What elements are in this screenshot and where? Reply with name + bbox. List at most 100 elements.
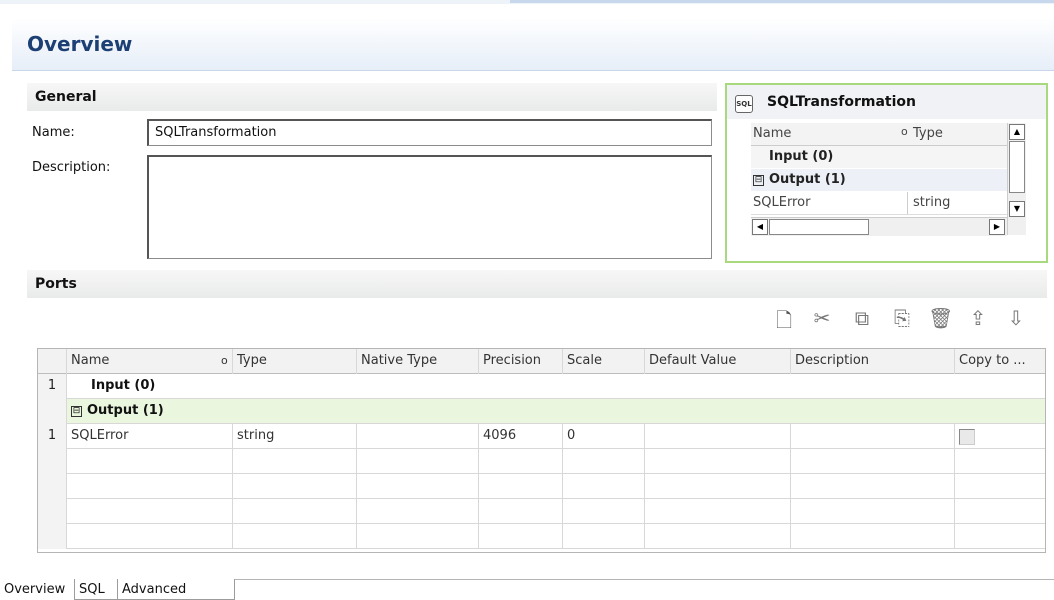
empty-cell[interactable]	[357, 499, 479, 524]
vertical-scroll-thumb[interactable]	[1009, 141, 1025, 193]
table-row-empty[interactable]	[38, 474, 1045, 499]
table-row-empty[interactable]	[38, 524, 1045, 549]
empty-cell[interactable]	[67, 499, 233, 524]
transformation-preview[interactable]: SQL SQLTransformation Name o Type Input …	[725, 83, 1048, 263]
page-title: Overview	[27, 32, 133, 56]
port-native-type-cell[interactable]	[357, 424, 479, 449]
column-header-description[interactable]: Description	[791, 349, 955, 374]
scroll-down-icon[interactable]: ▼	[1009, 201, 1025, 217]
column-header-copy-to[interactable]: Copy to ...	[955, 349, 1045, 374]
tab-overview[interactable]: Overview	[0, 579, 74, 600]
collapse-toggle-icon[interactable]: ⊟	[71, 406, 82, 417]
empty-cell[interactable]	[563, 449, 645, 474]
preview-output-group-text: Output (1)	[769, 172, 846, 187]
move-up-icon[interactable]: ⇪	[966, 306, 990, 330]
empty-cell[interactable]	[67, 449, 233, 474]
copy-to-checkbox[interactable]	[959, 429, 975, 445]
empty-cell[interactable]	[645, 449, 791, 474]
empty-cell[interactable]	[479, 524, 563, 549]
empty-cell[interactable]	[67, 524, 233, 549]
empty-cell[interactable]	[479, 474, 563, 499]
window-top-strip	[0, 0, 1054, 4]
general-section-header: General	[27, 83, 717, 111]
row-index	[38, 449, 67, 474]
empty-cell[interactable]	[563, 499, 645, 524]
empty-cell[interactable]	[233, 524, 357, 549]
empty-cell[interactable]	[357, 524, 479, 549]
name-field-value: SQLTransformation	[155, 125, 277, 140]
empty-cell[interactable]	[357, 449, 479, 474]
scroll-left-icon[interactable]: ◀	[752, 219, 768, 235]
preview-column-type[interactable]: Type	[913, 126, 943, 141]
ports-table-header: Name o Type Native Type Precision Scale …	[38, 349, 1045, 374]
new-port-icon[interactable]: 🗋	[772, 306, 796, 340]
empty-cell[interactable]	[645, 524, 791, 549]
table-row-empty[interactable]	[38, 499, 1045, 524]
name-field[interactable]: SQLTransformation	[147, 119, 712, 146]
preview-input-group-label: Input (0)	[769, 149, 834, 164]
port-type-cell[interactable]: string	[233, 424, 357, 449]
ports-table[interactable]: Name o Type Native Type Precision Scale …	[37, 348, 1046, 553]
empty-cell[interactable]	[645, 474, 791, 499]
ports-heading: Ports	[35, 276, 77, 292]
sql-transformation-icon: SQL	[735, 95, 753, 113]
preview-port-row[interactable]: SQLError string	[751, 192, 1007, 215]
column-header-scale[interactable]: Scale	[563, 349, 645, 374]
column-header-name[interactable]: Name o	[67, 349, 233, 374]
sort-indicator-icon: o	[221, 354, 228, 367]
transformation-preview-grid: Name o Type Input (0) ⊟ Output (1) SQLErr…	[751, 123, 1031, 237]
port-name-cell[interactable]: SQLError	[67, 424, 233, 449]
header-index-cell	[38, 349, 67, 374]
empty-cell[interactable]	[791, 524, 955, 549]
empty-cell[interactable]	[357, 474, 479, 499]
description-field[interactable]	[147, 155, 712, 259]
column-header-type[interactable]: Type	[233, 349, 357, 374]
scroll-right-icon[interactable]: ▶	[989, 219, 1005, 235]
empty-cell[interactable]	[645, 499, 791, 524]
port-precision-cell[interactable]: 4096	[479, 424, 563, 449]
port-default-value-cell[interactable]	[645, 424, 791, 449]
preview-column-divider	[907, 192, 908, 214]
table-row[interactable]: 1 SQLError string 4096 0	[38, 424, 1045, 449]
empty-cell[interactable]	[563, 474, 645, 499]
name-label: Name:	[32, 125, 75, 140]
preview-column-name[interactable]: Name	[753, 126, 791, 141]
column-header-precision[interactable]: Precision	[479, 349, 563, 374]
ports-section-header: Ports	[27, 270, 1047, 298]
preview-vertical-scrollbar[interactable]: ▲ ▼	[1007, 123, 1026, 235]
copy-icon[interactable]: ⧉	[850, 306, 874, 330]
port-scale-cell[interactable]: 0	[563, 424, 645, 449]
port-description-cell[interactable]	[791, 424, 955, 449]
empty-cell[interactable]	[67, 474, 233, 499]
output-group-row[interactable]: ⊟ Output (1)	[38, 399, 1045, 424]
input-group-label: Input (0)	[91, 378, 156, 393]
empty-cell[interactable]	[233, 499, 357, 524]
row-index	[38, 524, 67, 549]
horizontal-scroll-thumb[interactable]	[769, 219, 869, 235]
column-header-default-value[interactable]: Default Value	[645, 349, 791, 374]
empty-cell[interactable]	[479, 499, 563, 524]
transformation-preview-header: SQL SQLTransformation	[727, 85, 1046, 119]
paste-icon[interactable]: ⎘	[890, 306, 914, 330]
collapse-toggle-icon[interactable]: ⊟	[753, 175, 764, 186]
move-down-icon[interactable]: ⇩	[1004, 306, 1028, 330]
empty-cell[interactable]	[233, 474, 357, 499]
scroll-up-icon[interactable]: ▲	[1009, 124, 1025, 140]
preview-output-group[interactable]: ⊟ Output (1)	[751, 169, 1007, 191]
column-header-native-type[interactable]: Native Type	[357, 349, 479, 374]
output-group-label: ⊟ Output (1)	[67, 399, 1045, 424]
general-heading: General	[35, 89, 97, 105]
empty-cell[interactable]	[791, 499, 955, 524]
empty-cell[interactable]	[791, 449, 955, 474]
preview-horizontal-scrollbar[interactable]: ◀ ▶	[751, 217, 1007, 236]
empty-cell[interactable]	[479, 449, 563, 474]
empty-cell[interactable]	[563, 524, 645, 549]
table-row-empty[interactable]	[38, 449, 1045, 474]
tab-sql[interactable]: SQL	[74, 579, 118, 600]
delete-icon[interactable]: 🗑	[928, 306, 953, 330]
empty-cell[interactable]	[233, 449, 357, 474]
cut-icon[interactable]: ✂	[810, 306, 834, 330]
input-group-row[interactable]: 1 Input (0)	[38, 374, 1045, 399]
tab-advanced[interactable]: Advanced	[117, 579, 235, 600]
empty-cell[interactable]	[791, 474, 955, 499]
